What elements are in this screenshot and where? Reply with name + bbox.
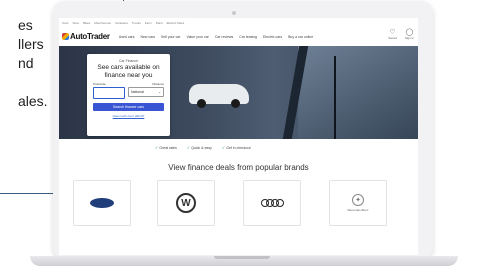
util-link[interactable]: Cars [62, 21, 68, 25]
laptop-camera [232, 11, 236, 15]
hero-car-wheel [197, 99, 206, 108]
distance-value: National [131, 90, 144, 94]
benefit-label: Great rates [159, 145, 177, 150]
postcode-label: Postcode [93, 82, 106, 86]
user-icon: ◯ [405, 29, 414, 36]
laptop-screen: Cars Vans Bikes Motorhomes Caravans Truc… [59, 18, 418, 255]
brand-tile-mercedes[interactable]: ✦ Mercedes-Benz [329, 180, 387, 226]
nav-link[interactable]: Buy a car online [288, 35, 313, 39]
distance-label: Distance [152, 82, 164, 86]
laptop-base-notch [214, 256, 270, 259]
postcode-input[interactable] [93, 87, 125, 99]
nav-link[interactable]: Value your car [187, 35, 209, 39]
util-link[interactable]: Plant [156, 21, 163, 25]
nav-link[interactable]: Used cars [119, 35, 135, 39]
util-link[interactable]: Trucks [132, 21, 141, 25]
check-icon: ✓ [186, 145, 191, 150]
nav-link[interactable]: Sell your car [161, 35, 180, 39]
nav-link[interactable]: Car reviews [215, 35, 233, 39]
benefit-item: ✓ Great rates [155, 145, 177, 150]
site-navbar: AutoTrader Used cars New cars Sell your … [59, 29, 418, 44]
brands-heading: View finance deals from popular brands [168, 163, 309, 172]
benefit-label: Get in checkout [226, 145, 251, 150]
hero-sky [298, 46, 418, 139]
benefit-item: ✓ Get in checkout [222, 145, 251, 150]
logo-mark-icon [62, 33, 69, 40]
signin-label: Sign in [404, 36, 414, 40]
marketing-text-line-3: nd [18, 55, 34, 71]
benefits-strip: ✓ Great rates ✓ Quick & easy ✓ Get in ch… [155, 145, 251, 150]
util-link[interactable]: Vans [72, 21, 79, 25]
marketing-text-line-4: ales. [18, 93, 48, 109]
benefit-label: Quick & easy [191, 145, 212, 150]
util-link[interactable]: Farm [145, 21, 152, 25]
card-headline: See cars available on finance near you [97, 64, 160, 79]
mercedes-logo-icon: ✦ [352, 194, 364, 206]
mercedes-label: Mercedes-Benz [347, 208, 369, 212]
brand-tile-audi[interactable] [243, 180, 301, 226]
saved-label: Saved [388, 36, 397, 40]
benefit-item: ✓ Quick & easy [187, 145, 212, 150]
audi-logo-icon [260, 199, 284, 207]
brand-tile-ford[interactable] [73, 180, 131, 226]
chevron-down-icon: ⌄ [158, 90, 161, 94]
site-logo[interactable]: AutoTrader [62, 32, 110, 41]
affordability-link[interactable]: How much can I afford? [87, 114, 170, 118]
brand-tile-volkswagen[interactable]: W [157, 180, 215, 226]
hero-car-wheel [231, 99, 240, 108]
nav-link[interactable]: New cars [140, 35, 155, 39]
ford-logo-icon [90, 198, 114, 208]
finance-search-card: Car Finance See cars available on financ… [87, 54, 170, 136]
nav-link[interactable]: Electric cars [263, 35, 282, 39]
util-link[interactable]: Motorhomes [94, 21, 111, 25]
heart-icon: ♡ [389, 29, 396, 36]
search-finance-button[interactable]: Search finance cars [93, 103, 164, 111]
nav-link[interactable]: Car leasing [239, 35, 257, 39]
card-eyebrow: Car Finance [118, 59, 139, 63]
marketing-text-line-2: llers [18, 36, 44, 52]
util-link[interactable]: Caravans [115, 21, 128, 25]
distance-select[interactable]: National ⌄ [128, 87, 164, 97]
volkswagen-logo-icon: W [176, 193, 196, 213]
util-link[interactable]: Bikes [83, 21, 90, 25]
header-actions: ♡ Saved ◯ Sign in [388, 29, 414, 40]
check-icon: ✓ [221, 145, 226, 150]
util-link[interactable]: Electric bikes [167, 21, 185, 25]
marketing-text-line-1: es [18, 17, 33, 33]
saved-button[interactable]: ♡ Saved [388, 29, 397, 40]
signin-button[interactable]: ◯ Sign in [405, 29, 414, 40]
check-icon: ✓ [155, 145, 159, 150]
utility-links: Cars Vans Bikes Motorhomes Caravans Truc… [62, 21, 184, 25]
main-nav: Used cars New cars Sell your car Value y… [119, 35, 314, 39]
logo-text: AutoTrader [70, 32, 110, 41]
hero-charging-cable [334, 56, 336, 139]
